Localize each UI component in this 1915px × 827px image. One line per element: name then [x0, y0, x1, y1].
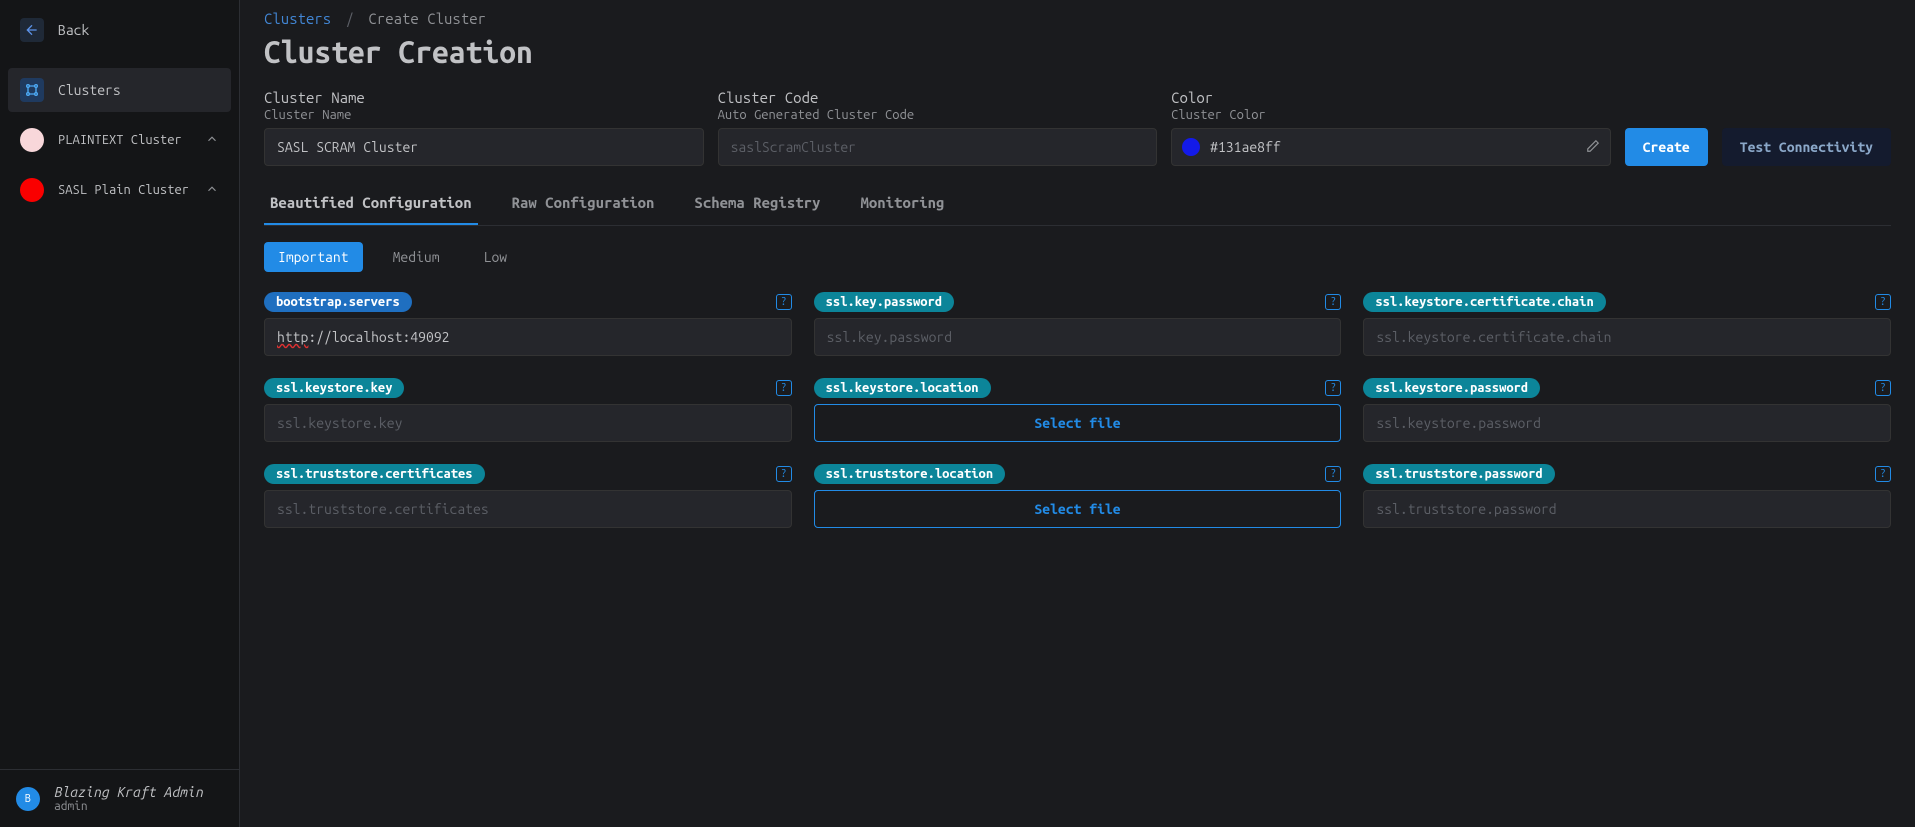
config-key-badge: ssl.truststore.password [1363, 464, 1554, 484]
clusters-icon [20, 78, 44, 102]
breadcrumb-sep: / [346, 10, 354, 27]
help-icon[interactable]: ? [776, 466, 792, 482]
cluster-label: SASL Plain Cluster [58, 183, 189, 197]
cluster-color-input[interactable]: #131ae8ff [1171, 128, 1611, 166]
cluster-code-label: Cluster Code [718, 89, 1158, 106]
cluster-code-sublabel: Auto Generated Cluster Code [718, 108, 1158, 122]
config-ssl-truststore-certificates: ssl.truststore.certificates? [264, 464, 792, 528]
main-content: Clusters / Create Cluster Cluster Creati… [240, 0, 1915, 827]
config-ssl-keystore-certificate-chain: ssl.keystore.certificate.chain? [1363, 292, 1891, 356]
nav-clusters[interactable]: Clusters [8, 68, 231, 112]
priority-filters: Important Medium Low [264, 242, 1891, 272]
config-key-badge: ssl.keystore.password [1363, 378, 1540, 398]
sidebar: Back Clusters PLAINTEXT Cluster SASL Pla… [0, 0, 240, 827]
cluster-color-label: Color [1171, 89, 1611, 106]
cluster-color-sublabel: Cluster Color [1171, 108, 1611, 122]
back-label: Back [58, 22, 89, 38]
config-input[interactable] [1363, 404, 1891, 442]
breadcrumb-root[interactable]: Clusters [264, 10, 331, 27]
config-bootstrap-servers: bootstrap.servers? http://localhost:49092 [264, 292, 792, 356]
select-file-button[interactable]: Select file [814, 404, 1342, 442]
config-input[interactable] [1363, 318, 1891, 356]
back-arrow-icon [20, 18, 44, 42]
config-key-badge: ssl.keystore.key [264, 378, 404, 398]
breadcrumb: Clusters / Create Cluster [264, 10, 1891, 27]
config-key-badge: ssl.keystore.location [814, 378, 991, 398]
config-ssl-truststore-location: ssl.truststore.location? Select file [814, 464, 1342, 528]
color-value: #131ae8ff [1210, 139, 1576, 155]
cluster-label: PLAINTEXT Cluster [58, 133, 182, 147]
config-grid: bootstrap.servers? http://localhost:49092… [264, 292, 1891, 528]
priority-medium[interactable]: Medium [379, 242, 454, 272]
tab-2[interactable]: Schema Registry [688, 184, 826, 225]
config-ssl-keystore-location: ssl.keystore.location? Select file [814, 378, 1342, 442]
breadcrumb-current: Create Cluster [368, 10, 486, 27]
color-swatch [1182, 138, 1200, 156]
nav-label: Clusters [58, 82, 121, 98]
config-key-badge: ssl.truststore.location [814, 464, 1005, 484]
config-input[interactable] [814, 318, 1342, 356]
user-name: Blazing Kraft Admin [54, 784, 203, 800]
config-key-badge: ssl.keystore.certificate.chain [1363, 292, 1605, 312]
sidebar-cluster-1[interactable]: SASL Plain Cluster [8, 168, 231, 212]
cluster-name-sublabel: Cluster Name [264, 108, 704, 122]
help-icon[interactable]: ? [1875, 380, 1891, 396]
help-icon[interactable]: ? [776, 380, 792, 396]
help-icon[interactable]: ? [1325, 380, 1341, 396]
help-icon[interactable]: ? [1325, 466, 1341, 482]
help-icon[interactable]: ? [1875, 294, 1891, 310]
avatar: B [16, 787, 40, 811]
chevron-up-icon [205, 182, 219, 199]
priority-important[interactable]: Important [264, 242, 363, 272]
config-key-badge: bootstrap.servers [264, 292, 412, 312]
create-button[interactable]: Create [1625, 128, 1708, 166]
page-title: Cluster Creation [264, 35, 1891, 69]
priority-low[interactable]: Low [470, 242, 522, 272]
edit-icon[interactable] [1586, 139, 1600, 156]
cluster-color-dot [20, 178, 44, 202]
tab-3[interactable]: Monitoring [854, 184, 950, 225]
tabs: Beautified Configuration Raw Configuratio… [264, 184, 1891, 226]
config-key-badge: ssl.key.password [814, 292, 954, 312]
cluster-color-dot [20, 128, 44, 152]
config-ssl-key-password: ssl.key.password? [814, 292, 1342, 356]
cluster-code-input[interactable] [718, 128, 1158, 166]
help-icon[interactable]: ? [1325, 294, 1341, 310]
chevron-up-icon [205, 132, 219, 149]
test-connectivity-button[interactable]: Test Connectivity [1722, 128, 1891, 166]
config-key-badge: ssl.truststore.certificates [264, 464, 485, 484]
help-icon[interactable]: ? [1875, 466, 1891, 482]
back-button[interactable]: Back [8, 8, 231, 52]
tab-0[interactable]: Beautified Configuration [264, 184, 478, 225]
cluster-name-input[interactable] [264, 128, 704, 166]
config-input[interactable] [1363, 490, 1891, 528]
tab-1[interactable]: Raw Configuration [506, 184, 661, 225]
config-ssl-truststore-password: ssl.truststore.password? [1363, 464, 1891, 528]
cluster-name-label: Cluster Name [264, 89, 704, 106]
user-role: admin [54, 800, 203, 813]
config-input[interactable] [264, 404, 792, 442]
select-file-button[interactable]: Select file [814, 490, 1342, 528]
user-panel[interactable]: B Blazing Kraft Admin admin [0, 769, 239, 827]
help-icon[interactable]: ? [776, 294, 792, 310]
config-input[interactable] [264, 490, 792, 528]
sidebar-cluster-0[interactable]: PLAINTEXT Cluster [8, 118, 231, 162]
config-input[interactable]: http://localhost:49092 [264, 318, 792, 356]
config-ssl-keystore-key: ssl.keystore.key? [264, 378, 792, 442]
config-ssl-keystore-password: ssl.keystore.password? [1363, 378, 1891, 442]
